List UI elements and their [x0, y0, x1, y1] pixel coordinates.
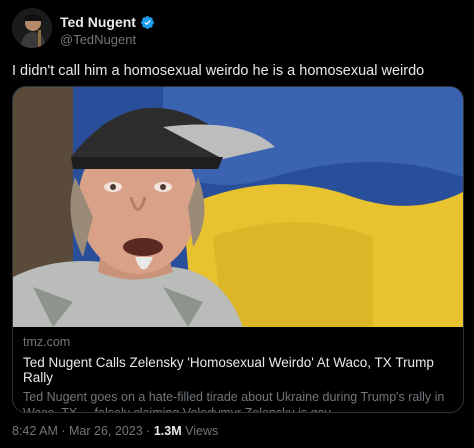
verified-badge-icon — [141, 15, 154, 29]
views-label: Views — [185, 424, 219, 438]
card-body[interactable]: tmz.com Ted Nugent Calls Zelensky 'Homos… — [23, 335, 453, 413]
meta-separator: · — [61, 424, 66, 438]
author-handle[interactable]: @TedNugent — [60, 32, 155, 47]
author-block: Ted Nugent @TedNugent — [60, 14, 155, 47]
avatar[interactable] — [12, 8, 52, 48]
card-title[interactable]: Ted Nugent Calls Zelensky 'Homosexual We… — [23, 355, 453, 385]
card-photo — [13, 87, 463, 327]
author-name[interactable]: Ted Nugent — [60, 14, 136, 30]
meta-separator: · — [146, 424, 151, 438]
author-name-row[interactable]: Ted Nugent — [60, 14, 155, 30]
tweet-header: Ted Nugent @TedNugent — [12, 8, 452, 52]
tweet[interactable]: Ted Nugent @TedNugent I didn't call him … — [0, 0, 474, 448]
card-image[interactable] — [13, 87, 463, 327]
tweet-text: I didn't call him a homosexual weirdo he… — [12, 63, 425, 79]
card-description: Ted Nugent goes on a hate-filled tirade … — [23, 390, 445, 413]
views-count[interactable]: 1.3M — [154, 424, 182, 438]
card-domain: tmz.com — [23, 335, 71, 349]
tweet-time[interactable]: 8:42 AM — [12, 424, 58, 438]
avatar-portrait-icon — [12, 8, 52, 48]
tweet-date[interactable]: Mar 26, 2023 — [69, 424, 143, 438]
link-card[interactable]: tmz.com Ted Nugent Calls Zelensky 'Homos… — [12, 86, 464, 413]
tweet-meta: 8:42 AM · Mar 26, 2023 · 1.3M Views — [12, 424, 218, 438]
